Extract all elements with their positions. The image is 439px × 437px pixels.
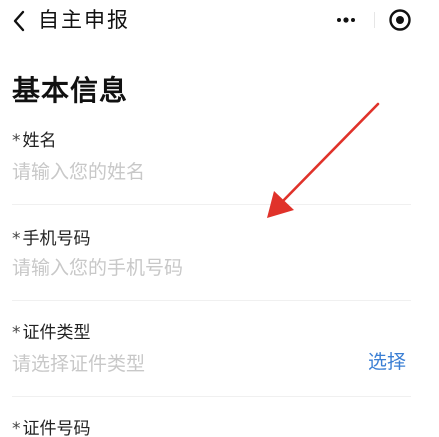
id-type-input[interactable] [12,350,342,378]
close-button[interactable] [380,4,420,36]
phone-label-text: 手机号码 [22,229,91,249]
required-mark: * [12,323,21,343]
mini-program-capsule [318,4,422,36]
section-title: 基本信息 [12,74,129,107]
required-mark: * [12,419,21,437]
name-label-text: 姓名 [22,131,57,151]
phone-field-label: * 手机号码 [12,228,91,250]
phone-input[interactable] [12,254,342,282]
select-id-type-button[interactable]: 选择 [368,349,406,375]
field-divider [12,396,411,397]
id-type-label-text: 证件类型 [22,323,91,343]
field-divider [12,300,411,301]
chevron-left-icon [13,10,25,32]
capsule-divider [374,12,375,28]
id-number-field-label: * 证件号码 [12,418,91,437]
back-button[interactable] [4,4,34,38]
id-number-label-text: 证件号码 [22,419,91,437]
id-type-field-label: * 证件类型 [12,322,91,344]
required-mark: * [12,229,21,249]
more-button[interactable] [326,4,366,36]
page-title: 自主申报 [38,8,130,32]
name-field-label: * 姓名 [12,130,57,152]
required-mark: * [12,131,21,151]
name-input[interactable] [12,158,342,186]
target-circle-icon [389,9,411,31]
more-dots-icon [337,17,355,23]
field-divider [12,204,411,205]
navigation-bar: 自主申报 [0,0,439,46]
